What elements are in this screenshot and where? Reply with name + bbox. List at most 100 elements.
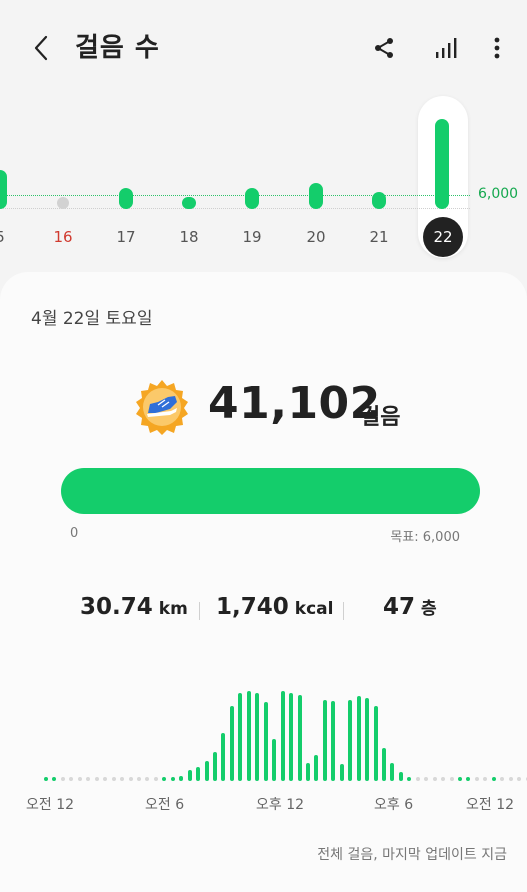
hourly-step-bar bbox=[52, 777, 56, 781]
day-label[interactable]: 20 bbox=[296, 228, 336, 246]
hourly-step-bar bbox=[205, 761, 209, 781]
hourly-step-bar bbox=[365, 698, 369, 781]
floors-value: 47 bbox=[383, 594, 416, 620]
distance-value: 30.74 bbox=[80, 594, 153, 620]
goal-line bbox=[0, 195, 470, 196]
back-button[interactable] bbox=[24, 30, 58, 66]
day-bar[interactable] bbox=[0, 170, 7, 209]
distance-stat: 30.74 km bbox=[80, 594, 188, 620]
day-bar[interactable] bbox=[119, 188, 133, 209]
bar-chart-icon bbox=[436, 38, 457, 58]
hourly-empty-mark bbox=[500, 777, 504, 781]
hourly-empty-mark bbox=[424, 777, 428, 781]
hourly-step-bar bbox=[407, 777, 411, 781]
floors-stat: 47 층 bbox=[383, 594, 437, 620]
summary-card: 4월 22일 토요일 41,102 걸음 0 목표: 6,000 30.74 km… bbox=[0, 272, 527, 892]
hourly-empty-mark bbox=[78, 777, 82, 781]
day-label[interactable]: 5 bbox=[0, 228, 20, 246]
hourly-empty-mark bbox=[120, 777, 124, 781]
stat-divider bbox=[343, 602, 344, 620]
hourly-step-bar bbox=[162, 777, 166, 781]
hourly-step-bar bbox=[213, 752, 217, 781]
hourly-step-bar bbox=[340, 764, 344, 781]
hour-axis-label: 오후 6 bbox=[374, 797, 414, 813]
hourly-step-bar bbox=[221, 733, 225, 781]
hourly-empty-mark bbox=[509, 777, 513, 781]
hourly-step-bar bbox=[179, 776, 183, 781]
hourly-empty-mark bbox=[441, 777, 445, 781]
hourly-empty-mark bbox=[95, 777, 99, 781]
hourly-empty-mark bbox=[416, 777, 420, 781]
hourly-step-bar bbox=[458, 777, 462, 781]
hour-axis-label: 오후 12 bbox=[256, 797, 305, 813]
hourly-step-bar bbox=[374, 706, 378, 781]
more-options-button[interactable] bbox=[480, 30, 514, 66]
hourly-empty-mark bbox=[475, 777, 479, 781]
hourly-step-bar bbox=[306, 763, 310, 781]
day-bar[interactable] bbox=[309, 183, 323, 209]
day-bar[interactable] bbox=[372, 191, 386, 209]
hourly-step-bar bbox=[314, 755, 318, 781]
selected-day-label[interactable]: 22 bbox=[423, 217, 463, 257]
hourly-step-bar bbox=[390, 763, 394, 781]
goal-progress-bar bbox=[61, 468, 480, 514]
steps-unit: 걸음 bbox=[360, 405, 401, 430]
more-vertical-icon bbox=[494, 37, 500, 59]
hourly-step-bar bbox=[247, 691, 251, 781]
floors-unit: 층 bbox=[421, 599, 437, 619]
day-label[interactable]: 19 bbox=[232, 228, 272, 246]
progress-min-label: 0 bbox=[70, 526, 79, 541]
day-label[interactable]: 16 bbox=[43, 228, 83, 246]
progress-goal-label: 목표: 6,000 bbox=[390, 530, 460, 545]
hourly-step-bar bbox=[492, 777, 496, 781]
hourly-empty-mark bbox=[129, 777, 133, 781]
hourly-step-bar bbox=[399, 772, 403, 781]
selected-date: 4월 22일 토요일 bbox=[31, 309, 153, 329]
hourly-empty-mark bbox=[154, 777, 158, 781]
distance-unit: km bbox=[158, 599, 188, 619]
hourly-empty-mark bbox=[69, 777, 73, 781]
day-bar[interactable] bbox=[435, 119, 449, 209]
hourly-step-bar bbox=[196, 767, 200, 781]
chevron-left-icon bbox=[34, 35, 48, 61]
app-header: 걸음 수 bbox=[0, 0, 527, 95]
hourly-step-bar bbox=[264, 702, 268, 781]
calories-unit: kcal bbox=[294, 599, 334, 619]
page-title: 걸음 수 bbox=[75, 33, 160, 63]
baseline bbox=[0, 208, 470, 209]
hourly-empty-mark bbox=[61, 777, 65, 781]
calories-stat: 1,740 kcal bbox=[216, 594, 333, 620]
running-shoe-badge-icon bbox=[134, 379, 190, 435]
day-label[interactable]: 18 bbox=[169, 228, 209, 246]
hourly-step-bar bbox=[289, 693, 293, 781]
hourly-step-bar bbox=[298, 695, 302, 781]
activity-stats: 30.74 km 1,740 kcal 47 층 bbox=[0, 594, 527, 630]
stat-divider bbox=[199, 602, 200, 620]
share-button[interactable] bbox=[367, 30, 401, 66]
hourly-step-bar bbox=[357, 696, 361, 781]
hourly-step-bar bbox=[171, 777, 175, 781]
calories-value: 1,740 bbox=[216, 594, 289, 620]
day-label[interactable]: 17 bbox=[106, 228, 146, 246]
hourly-step-bar bbox=[348, 700, 352, 781]
share-icon bbox=[375, 38, 393, 58]
daily-steps-strip: 6,000 22 5 16 17 18 19 20 21 bbox=[0, 95, 527, 265]
hourly-empty-mark bbox=[112, 777, 116, 781]
day-bar[interactable] bbox=[182, 197, 196, 209]
hourly-step-bar bbox=[272, 739, 276, 781]
day-bar[interactable] bbox=[245, 188, 259, 209]
hourly-steps-chart: 오전 12 오전 6 오후 12 오후 6 오전 12 bbox=[0, 687, 527, 832]
hourly-empty-mark bbox=[137, 777, 141, 781]
day-label[interactable]: 21 bbox=[359, 228, 399, 246]
hour-axis-label: 오전 12 bbox=[26, 797, 75, 813]
hourly-step-bar bbox=[323, 700, 327, 781]
hourly-step-bar bbox=[331, 701, 335, 781]
hourly-step-bar bbox=[382, 748, 386, 781]
goal-line-label: 6,000 bbox=[478, 186, 519, 202]
hourly-step-bar bbox=[230, 706, 234, 781]
hourly-step-bar bbox=[466, 777, 470, 781]
hourly-empty-mark bbox=[145, 777, 149, 781]
day-bar[interactable] bbox=[57, 197, 69, 209]
chart-view-button[interactable] bbox=[428, 30, 462, 66]
hourly-empty-mark bbox=[103, 777, 107, 781]
